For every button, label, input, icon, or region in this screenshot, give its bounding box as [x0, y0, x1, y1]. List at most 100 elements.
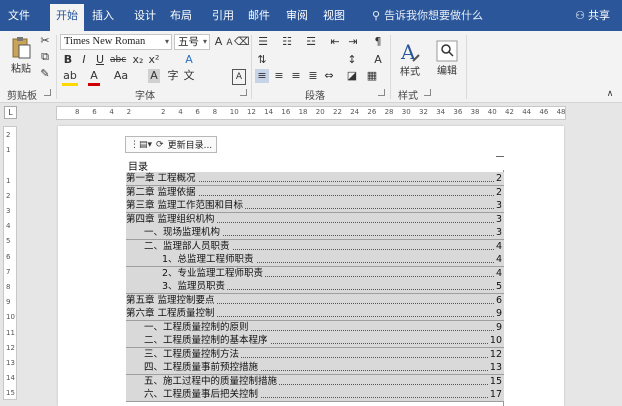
toc-entry-page: 6	[493, 293, 502, 307]
chinese-layout-icon[interactable]: A	[372, 53, 384, 67]
multilevel-list-icon[interactable]: ☲	[303, 35, 319, 49]
toc-entry[interactable]: 第四章 监理组织机构 3	[126, 212, 504, 226]
toc-entry[interactable]: 四、工程质量事前预控措施 13	[126, 361, 504, 374]
cut-icon[interactable]: ✂	[38, 34, 52, 48]
line-spacing-icon[interactable]: ↕	[345, 53, 359, 67]
toc-entry-label: 第六章 工程质量控制	[126, 307, 217, 320]
chevron-down-icon: ▾	[202, 37, 207, 46]
justify-icon[interactable]: ≣	[306, 69, 320, 83]
toc-entry[interactable]: 1、总监理工程师职责 4	[126, 253, 504, 266]
tab-view[interactable]: 视图	[316, 5, 352, 27]
font-size-select[interactable]: 五号 ▾	[174, 34, 210, 50]
increase-indent-icon[interactable]: ⇥	[346, 35, 360, 49]
editing-button[interactable]: 编辑	[432, 33, 462, 83]
decrease-indent-icon[interactable]: ⇤	[328, 35, 342, 49]
share-button[interactable]: ⚇ 共享	[575, 5, 610, 27]
ruler-tick-label: 2	[126, 108, 132, 116]
toc-entry[interactable]: 一、工程质量控制的原则 9	[126, 320, 504, 334]
toc-entry[interactable]: 第一章 工程概况 2	[126, 172, 504, 185]
paste-icon	[12, 36, 31, 58]
subscript-icon[interactable]: x₂	[132, 53, 144, 67]
toc-entry[interactable]: 3、监理员职责 5	[126, 280, 504, 293]
char-shading-icon[interactable]: A	[148, 69, 160, 83]
toc-entry-label: 三、工程质量控制方法	[144, 347, 242, 361]
highlight-icon[interactable]: ab	[62, 69, 78, 86]
show-marks-icon[interactable]: ¶	[372, 35, 384, 49]
ruler-tick-label: 10	[229, 108, 239, 116]
tab-selector-button[interactable]: L	[4, 106, 17, 119]
toc-entry-label: 二、工程质量控制的基本程序	[144, 334, 270, 347]
text-effects-icon[interactable]: A	[182, 53, 196, 67]
numbering-icon[interactable]: ☷	[279, 35, 295, 49]
superscript-icon[interactable]: x²	[148, 53, 160, 67]
toc-entry-label: 五、施工过程中的质量控制措施	[144, 374, 280, 388]
strikethrough-icon[interactable]: abc	[110, 53, 126, 67]
tab-file[interactable]: 文件	[0, 5, 38, 27]
tab-mailings[interactable]: 邮件	[242, 5, 276, 27]
bullets-icon[interactable]: ☰	[255, 35, 271, 49]
toc-entry[interactable]: 第三章 监理工作范围和目标 3	[126, 199, 504, 212]
paragraph-launcher-icon[interactable]	[378, 89, 385, 96]
underline-icon[interactable]: U	[94, 53, 106, 67]
paste-button[interactable]: 粘贴	[6, 33, 36, 77]
phonetic-guide-icon[interactable]: 文	[182, 69, 196, 83]
toc-entry[interactable]: 第五章 监理控制要点 6	[126, 293, 504, 307]
toc-entry[interactable]: 五、施工过程中的质量控制措施 15	[126, 374, 504, 388]
font-color-icon[interactable]: A	[88, 69, 100, 86]
distributed-icon[interactable]: ⇔	[322, 69, 336, 83]
toc-entry[interactable]: 二、监理部人员职责 4	[126, 239, 504, 253]
char-border-icon[interactable]: A	[232, 69, 246, 85]
search-icon	[436, 40, 458, 61]
toc-entry-label: 第四章 监理组织机构	[126, 212, 217, 226]
tab-home[interactable]: 开始	[50, 4, 84, 31]
toc-entry-label: 一、工程质量控制的原则	[144, 320, 251, 334]
styles-launcher-icon[interactable]	[424, 89, 431, 96]
toc-entry[interactable]: 三、工程质量控制方法 12	[126, 347, 504, 361]
enclose-char-icon[interactable]: 字	[166, 69, 180, 83]
clear-format-icon[interactable]: ⌫	[234, 35, 250, 49]
tab-references[interactable]: 引用	[206, 5, 240, 27]
font-launcher-icon[interactable]	[240, 89, 247, 96]
update-toc-icon[interactable]: ⟳	[156, 140, 164, 150]
ruler-tick-label: 10	[6, 313, 15, 322]
toc-entry-page: 9	[493, 320, 502, 334]
vertical-ruler[interactable]: 2 1 1 2 3 4 5 6 7 8 9 10 11 12 13 14 15	[3, 126, 17, 400]
toc-entry[interactable]: 六、工程质量事后把关控制 17	[126, 388, 504, 401]
ruler-tick-label: 18	[298, 108, 308, 116]
update-toc-button[interactable]: 更新目录...	[168, 138, 213, 151]
ruler-tick-label: 34	[436, 108, 446, 116]
styles-button[interactable]: A 样式	[394, 33, 426, 83]
ruler-tick-label: 5	[6, 237, 11, 246]
tab-layout[interactable]: 布局	[164, 5, 198, 27]
bold-icon[interactable]: B	[62, 53, 74, 67]
italic-icon[interactable]: I	[78, 53, 90, 67]
tell-me-box[interactable]: ⚲ 告诉我你想要做什么	[372, 5, 483, 27]
clipboard-launcher-icon[interactable]	[44, 89, 51, 96]
tab-design[interactable]: 设计	[128, 5, 162, 27]
collapse-ribbon-icon[interactable]: ∧	[604, 87, 616, 101]
horizontal-ruler[interactable]: 8 6 4 2 2 4 6 8 10 12 14 16 18 20 22 24 26 28 30 32 34 36 38 40…	[56, 106, 566, 120]
styles-icon: A	[400, 40, 420, 63]
ruler-tick-label: 20	[315, 108, 325, 116]
toc-menu-icon[interactable]: ⋮▤▾	[130, 140, 152, 150]
tab-insert[interactable]: 插入	[86, 5, 120, 27]
align-center-icon[interactable]: ≡	[272, 69, 286, 83]
font-name-select[interactable]: Times New Roman ▾	[60, 34, 172, 50]
toc-entry[interactable]: 第二章 监理依据 2	[126, 185, 504, 199]
change-case-icon[interactable]: Aa	[112, 69, 130, 83]
align-right-icon[interactable]: ≡	[289, 69, 303, 83]
shading-icon[interactable]: ◪	[345, 69, 359, 83]
tab-review[interactable]: 审阅	[280, 5, 314, 27]
copy-icon[interactable]: ⧉	[38, 50, 52, 64]
border-icon[interactable]: ▦	[365, 69, 379, 83]
toc-entry-page: 12	[487, 347, 502, 361]
align-left-icon[interactable]: ≡	[255, 69, 269, 83]
toc-entry[interactable]: 二、工程质量控制的基本程序 10	[126, 334, 504, 347]
toc-entry[interactable]: 2、专业监理工程师职责 4	[126, 266, 504, 280]
document-page[interactable]: ⋮▤▾ ⟳ 更新目录... 目录 第一章 工程概况 2 第二章 监理依据 2 第三章 监…	[58, 126, 564, 406]
toc-entry[interactable]: 第六章 工程质量控制 9	[126, 307, 504, 320]
ruler-tick-label: 11	[6, 328, 15, 337]
format-painter-icon[interactable]: ✎	[38, 67, 52, 81]
toc-entry-page: 2	[493, 172, 502, 185]
toc-entry[interactable]: 一、现场监理机构 3	[126, 226, 504, 239]
